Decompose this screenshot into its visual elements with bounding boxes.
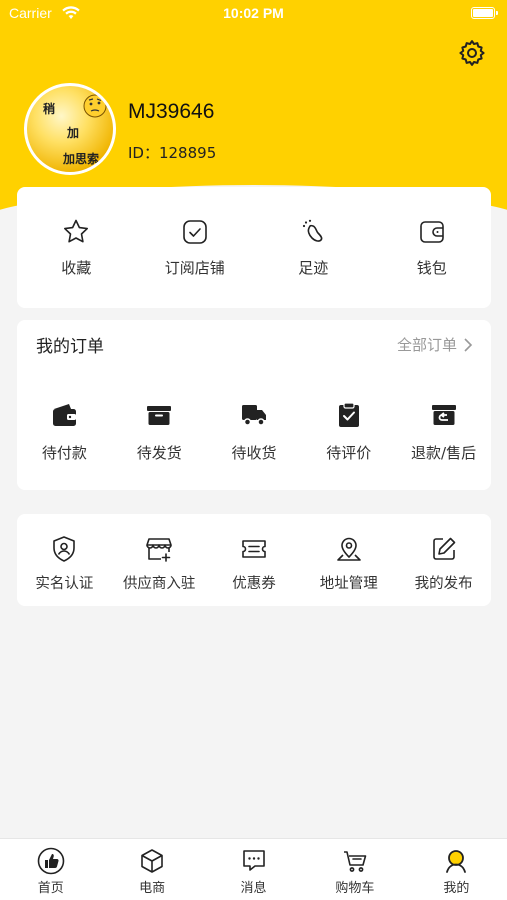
cart-icon [343, 851, 367, 872]
pending-payment-label: 待付款 [41, 444, 87, 462]
clock: 10:02 PM [223, 5, 284, 21]
location-icon [336, 537, 361, 561]
user-id: ID：128895 [128, 144, 217, 162]
tab-mine-label: 我的 [443, 881, 470, 896]
favorites-label: 收藏 [61, 259, 92, 277]
thinking-face-icon [83, 94, 107, 118]
refund-aftersales-label: 退款/售后 [411, 444, 477, 462]
tab-ecommerce[interactable]: 电商 [101, 839, 202, 900]
orders-title: 我的订单 [36, 337, 104, 357]
orders-card: 我的订单 全部订单 待付款 待发货 待收货 待评价 退款/售后 [17, 320, 491, 490]
battery-icon [471, 7, 498, 19]
check-square-icon [182, 220, 207, 244]
my-posts-label: 我的发布 [414, 576, 473, 592]
message-icon [242, 850, 265, 871]
thumbs-up-icon [37, 847, 65, 875]
wallet-button[interactable]: 钱包 [373, 217, 492, 278]
footprint-button[interactable]: 足迹 [254, 217, 373, 278]
star-icon [64, 219, 89, 243]
refund-icon [431, 405, 456, 425]
view-all-orders-link[interactable]: 全部订单 [397, 334, 473, 355]
tab-mine[interactable]: 我的 [406, 839, 507, 900]
subscribed-shops-label: 订阅店铺 [164, 259, 225, 277]
pending-review-button[interactable]: 待评价 [301, 400, 396, 463]
subscribed-shops-button[interactable]: 订阅店铺 [136, 217, 255, 278]
services-card: 实名认证 供应商入驻 优惠券 地址管理 我的发布 [17, 514, 491, 606]
refund-aftersales-button[interactable]: 退款/售后 [396, 400, 491, 463]
user-name: MJ39646 [128, 100, 215, 123]
favorites-button[interactable]: 收藏 [17, 217, 136, 278]
wallet-icon [419, 221, 444, 243]
view-all-orders-label: 全部订单 [396, 336, 457, 354]
tab-cart[interactable]: 购物车 [304, 839, 405, 900]
settings-gear-icon[interactable] [457, 38, 487, 68]
tab-ecommerce-label: 电商 [139, 881, 166, 896]
avatar[interactable]: 稍 加 加思索 [24, 83, 116, 175]
pending-receipt-button[interactable]: 待收货 [207, 400, 302, 463]
real-name-verification-label: 实名认证 [35, 576, 94, 592]
footprint-label: 足迹 [298, 259, 329, 277]
tab-messages-label: 消息 [240, 881, 267, 896]
avatar-text-2: 加 [67, 126, 80, 140]
real-name-verification-button[interactable]: 实名认证 [17, 534, 112, 593]
supplier-onboarding-label: 供应商入驻 [122, 576, 196, 592]
avatar-text-1: 稍 [43, 102, 56, 116]
avatar-text-3: 加思索 [63, 152, 100, 166]
box-icon [147, 406, 172, 425]
tab-messages[interactable]: 消息 [203, 839, 304, 900]
pending-review-label: 待评价 [326, 444, 372, 462]
coupons-button[interactable]: 优惠券 [207, 534, 302, 593]
quick-actions-card: 收藏 订阅店铺 足迹 钱包 [17, 187, 491, 308]
chevron-right-icon [464, 337, 473, 352]
tab-home[interactable]: 首页 [0, 839, 101, 900]
wallet-label: 钱包 [416, 259, 447, 277]
cube-icon [141, 849, 163, 873]
edit-icon [432, 537, 455, 560]
pending-shipment-button[interactable]: 待发货 [112, 400, 207, 463]
wallet-pay-icon [53, 404, 77, 426]
pending-shipment-label: 待发货 [136, 444, 182, 462]
user-icon [446, 850, 467, 873]
tab-cart-label: 购物车 [335, 881, 375, 896]
store-add-icon [146, 538, 172, 562]
clipboard-check-icon [338, 402, 359, 427]
address-management-label: 地址管理 [319, 576, 378, 592]
status-bar: Carrier 10:02 PM [0, 0, 507, 28]
coupon-icon [242, 540, 266, 558]
tab-home-label: 首页 [37, 881, 64, 896]
coupons-label: 优惠券 [232, 576, 276, 592]
pending-payment-button[interactable]: 待付款 [17, 400, 112, 463]
my-posts-button[interactable]: 我的发布 [396, 534, 491, 593]
pending-receipt-label: 待收货 [231, 444, 277, 462]
shield-user-icon [53, 536, 76, 562]
tab-bar: 首页 电商 消息 购物车 我的 [0, 838, 507, 900]
supplier-onboarding-button[interactable]: 供应商入驻 [112, 534, 207, 593]
address-management-button[interactable]: 地址管理 [301, 534, 396, 593]
footprint-icon [303, 219, 323, 242]
truck-icon [241, 405, 266, 426]
